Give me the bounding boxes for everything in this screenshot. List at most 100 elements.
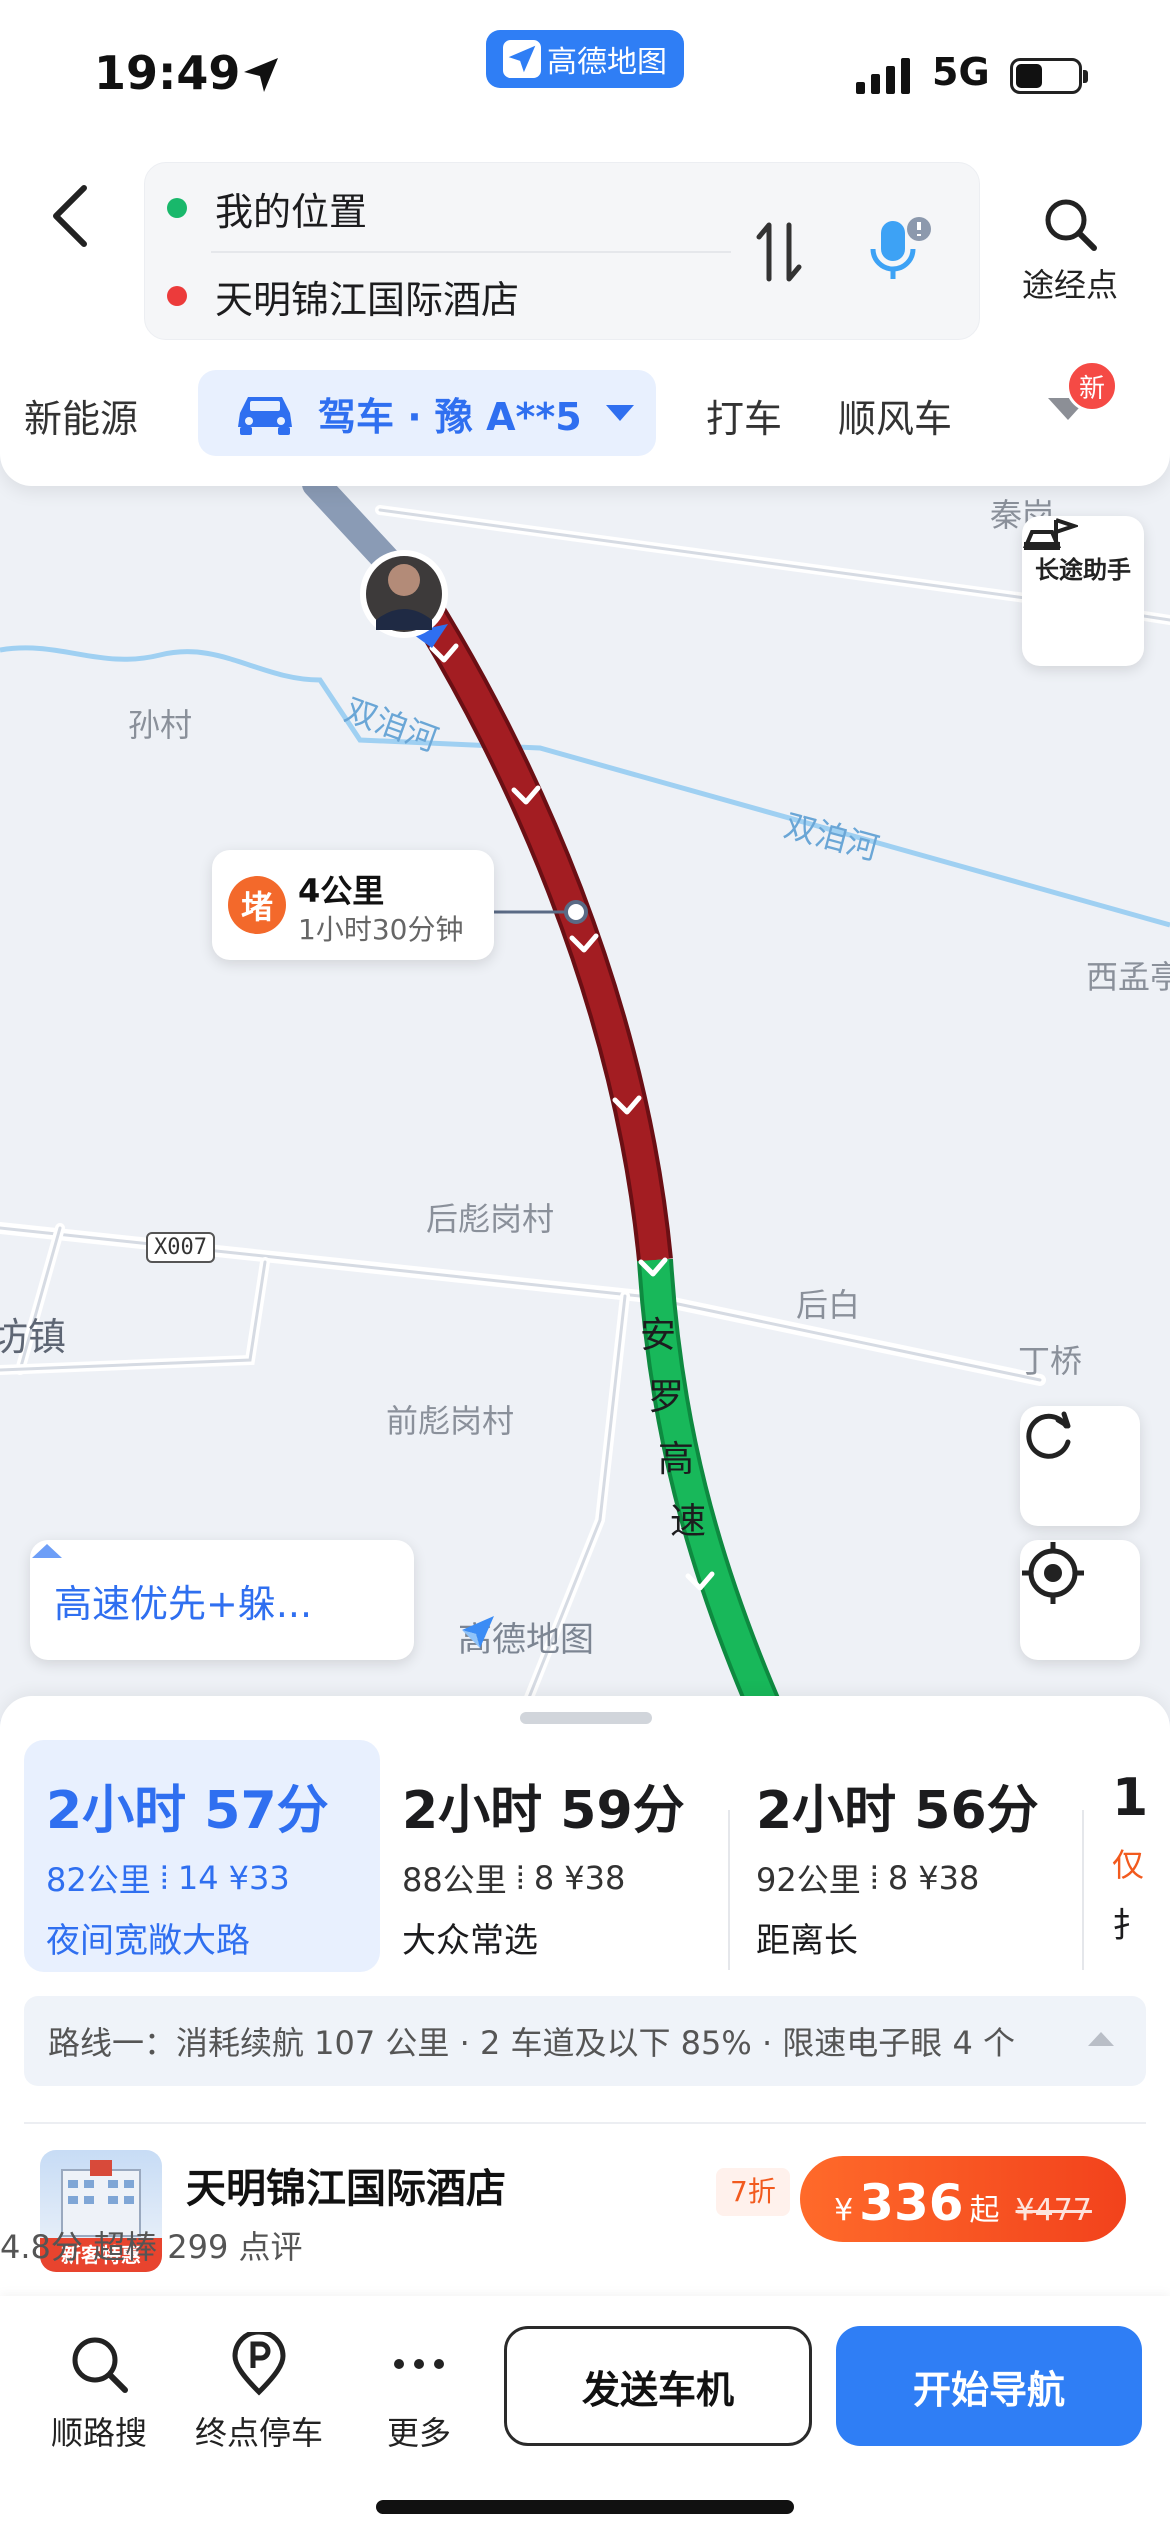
- tab-new-energy[interactable]: 新能源: [24, 388, 138, 443]
- car-flag-icon: [1022, 518, 1078, 550]
- waypoint-label: 途经点: [1021, 266, 1118, 304]
- road-code-badge: X007: [146, 1232, 215, 1263]
- route-tag: 扌: [1112, 1906, 1146, 1946]
- tab-taxi[interactable]: 打车: [706, 388, 782, 443]
- route-lights: 8: [887, 1859, 909, 1897]
- tab-carpool[interactable]: 顺风车: [838, 388, 952, 443]
- swap-icon[interactable]: [755, 219, 803, 285]
- jam-duration: 1小时30分钟: [298, 913, 464, 946]
- refresh-icon: [1026, 1411, 1071, 1459]
- route-options-list: 2小时 57分 82公里 ⦙ 14 ¥33 夜间宽敞大路 2小时 59分 88公…: [0, 1740, 1170, 1980]
- map-label-dingqiao: 丁桥: [1018, 1342, 1083, 1380]
- traffic-light-icon: ⦙: [516, 1858, 524, 1897]
- route-endpoints-box: 我的位置 天明锦江国际酒店: [144, 162, 980, 340]
- jam-icon: 堵: [228, 876, 286, 934]
- search-icon: [72, 2337, 128, 2393]
- chevron-up-icon: [1088, 2032, 1114, 2046]
- parking-icon: [232, 2329, 286, 2396]
- destination-field[interactable]: 天明锦江国际酒店: [167, 261, 747, 331]
- highway-label-3: 高: [658, 1439, 695, 1480]
- route-toll: ¥38: [918, 1859, 980, 1897]
- long-trip-assistant-button[interactable]: 长途助手: [1022, 516, 1144, 666]
- app-return-pill[interactable]: 高德地图: [486, 30, 684, 88]
- car-icon: [238, 397, 292, 435]
- more-button[interactable]: 更多: [354, 2332, 484, 2454]
- price-value: 336: [859, 2174, 964, 2232]
- send-to-car-button[interactable]: 发送车机: [504, 2326, 812, 2446]
- route-info-text: 路线一：消耗续航 107 公里 · 2 车道及以下 85% · 限速电子眼 4 …: [48, 2024, 1015, 2062]
- traffic-jam-callout[interactable]: 堵 4公里 1小时30分钟: [212, 850, 494, 960]
- hotel-card[interactable]: 新客特惠 天明锦江国际酒店 4.8分 超棒 299 点评 7折 ¥ 336 起 …: [0, 2136, 1170, 2296]
- route-preference-button[interactable]: 高速优先+躲...: [30, 1540, 414, 1660]
- map-watermark: 高德地图: [458, 1612, 594, 1661]
- destination-parking-button[interactable]: 终点停车: [194, 2329, 324, 2454]
- origin-dot-icon: [167, 198, 187, 218]
- route-option-4[interactable]: 1 仅 扌: [1090, 1740, 1170, 1972]
- sheet-drag-handle[interactable]: [520, 1712, 652, 1724]
- network-type: 5G: [932, 50, 990, 94]
- option-divider: [728, 1810, 730, 1970]
- destination-dot-icon: [167, 286, 187, 306]
- traffic-light-icon: ⦙: [870, 1858, 878, 1897]
- tab-drive[interactable]: 驾车 · 豫 A**5: [198, 370, 656, 456]
- origin-text: 我的位置: [215, 189, 368, 234]
- map-label-ximeng: 西孟亭: [1086, 958, 1170, 996]
- route-tag: 夜间宽敞大路: [46, 1921, 250, 1961]
- cellular-signal-icon: [856, 58, 910, 94]
- route-tag: 距离长: [756, 1921, 858, 1961]
- route-option-3[interactable]: 2小时 56分 92公里 ⦙ 8 ¥38 距离长: [734, 1740, 1084, 1972]
- route-meta: 88公里 ⦙ 8 ¥38: [402, 1855, 730, 1901]
- refresh-route-button[interactable]: [1020, 1406, 1140, 1526]
- traffic-light-icon: ⦙: [160, 1858, 168, 1897]
- route-duration: 2小时 57分: [46, 1781, 329, 1841]
- status-time: 19:49: [94, 46, 241, 100]
- hotel-price-button[interactable]: ¥ 336 起 ¥477: [800, 2156, 1126, 2242]
- highway-label-2: 罗: [648, 1377, 685, 1418]
- field-divider: [211, 251, 731, 253]
- route-option-1[interactable]: 2小时 57分 82公里 ⦙ 14 ¥33 夜间宽敞大路: [24, 1740, 380, 1972]
- more-label: 更多: [386, 2414, 451, 2452]
- bottom-action-bar: 顺路搜 终点停车 更多 发送车机 开始导航: [0, 2296, 1170, 2532]
- start-navigation-button[interactable]: 开始导航: [836, 2326, 1142, 2446]
- map-label-suncun: 孙村: [128, 706, 193, 744]
- map-label-houbiao: 后彪岗村: [426, 1200, 555, 1238]
- add-waypoint-button[interactable]: 途经点: [1010, 196, 1130, 306]
- route-meta: 82公里 ⦙ 14 ¥33: [46, 1855, 380, 1901]
- original-price: ¥477: [1015, 2193, 1092, 2228]
- locate-me-button[interactable]: [1020, 1540, 1140, 1660]
- destination-text: 天明锦江国际酒店: [215, 277, 520, 322]
- voice-mic-icon[interactable]: [867, 215, 937, 289]
- home-indicator: [376, 2500, 794, 2514]
- travel-mode-tabs: 新能源 驾车 · 豫 A**5 打车 顺风车: [0, 370, 1170, 460]
- route-option-2[interactable]: 2小时 59分 88公里 ⦙ 8 ¥38 大众常选: [380, 1740, 730, 1972]
- route-search-panel: 19:49 高德地图 5G 我的位置 天明锦江国际酒店 途经点 新能源 驾车 ·…: [0, 0, 1170, 486]
- map-label-houbai: 后白: [796, 1286, 861, 1324]
- tab-drive-label: 驾车 · 豫 A**5: [318, 394, 582, 439]
- highway-label-4: 速: [670, 1501, 707, 1542]
- route-lights: 8: [533, 1859, 555, 1897]
- route-duration: 2小时 56分: [756, 1781, 1039, 1841]
- search-along-button[interactable]: 顺路搜: [34, 2332, 164, 2454]
- route-lights: 14: [177, 1859, 219, 1897]
- chevron-up-icon: [32, 1544, 62, 1558]
- app-return-label: 高德地图: [547, 45, 667, 80]
- more-dots-icon: [394, 2359, 444, 2369]
- jam-distance: 4公里: [298, 872, 385, 910]
- hotel-name: 天明锦江国际酒店: [186, 2166, 506, 2212]
- back-button[interactable]: [40, 176, 100, 256]
- hotel-rating: 4.8分 超棒 299 点评: [0, 2228, 303, 2266]
- price-currency: ¥: [834, 2193, 854, 2228]
- highway-label-1: 安: [640, 1315, 677, 1356]
- origin-field[interactable]: 我的位置: [167, 173, 747, 243]
- price-suffix: 起: [969, 2193, 1000, 2228]
- route-duration: 1: [1112, 1768, 1149, 1828]
- route-meta: 92公里 ⦙ 8 ¥38: [756, 1855, 1084, 1901]
- search-icon: [1045, 199, 1097, 251]
- route-distance: 92公里: [756, 1861, 861, 1899]
- battery-icon: [1010, 58, 1088, 94]
- map-label-zhen: 坊镇: [0, 1315, 67, 1359]
- route-info-bar[interactable]: 路线一：消耗续航 107 公里 · 2 车道及以下 85% · 限速电子眼 4 …: [24, 1996, 1146, 2086]
- chevron-left-icon: [53, 185, 87, 247]
- route-toll: ¥33: [228, 1859, 290, 1897]
- option-divider: [1082, 1810, 1084, 1970]
